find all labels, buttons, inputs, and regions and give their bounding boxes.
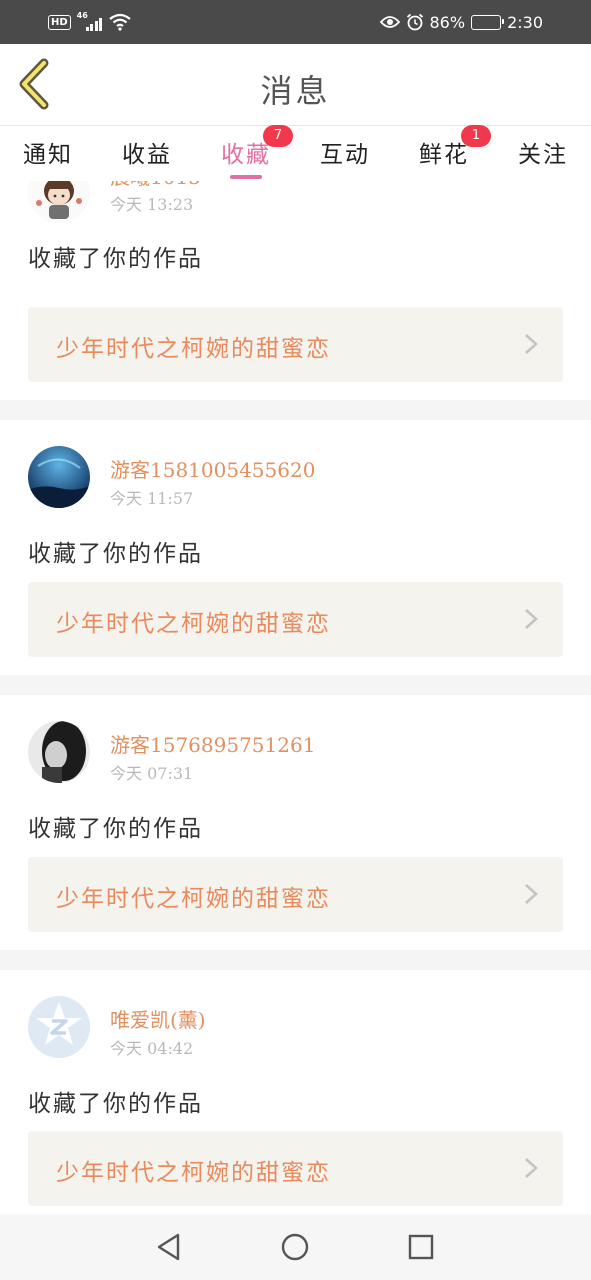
tab-label: 鲜花 [419,142,469,168]
tab-following[interactable]: 关注 [503,135,583,169]
avatar[interactable] [28,721,90,783]
username[interactable]: 晨曦1015 [110,181,201,190]
action-text: 收藏了你的作品 [28,816,203,842]
home-circle-icon[interactable] [279,1231,311,1263]
avatar[interactable] [28,996,90,1058]
action-text: 收藏了你的作品 [28,541,203,567]
tab-favorites[interactable]: 收藏 7 [206,125,293,179]
work-title: 少年时代之柯婉的甜蜜恋 [56,1160,331,1186]
work-title: 少年时代之柯婉的甜蜜恋 [56,886,331,912]
tab-flowers[interactable]: 鲜花 1 [404,125,491,169]
active-tab-indicator [230,175,262,179]
tab-label: 收藏 [221,142,271,168]
avatar[interactable] [28,446,90,508]
list-item[interactable]: 游客1576895751261 今天 07:31 收藏了你的作品 少年时代之柯婉… [0,695,591,950]
tab-bar: 通知 收益 收藏 7 互动 鲜花 1 关注 [0,125,591,181]
list-item[interactable]: 晨曦1015 今天 13:23 收藏了你的作品 少年时代之柯婉的甜蜜恋 [0,181,591,416]
clock: 2:30 [507,12,543,32]
tab-interactions[interactable]: 互动 [305,135,385,169]
work-title: 少年时代之柯婉的甜蜜恋 [56,611,331,637]
chevron-right-icon [525,1158,538,1178]
chevron-right-icon [525,884,538,904]
tab-label: 收益 [122,142,172,168]
battery-percent: 86% [429,12,466,32]
action-text: 收藏了你的作品 [28,1091,203,1117]
username[interactable]: 唯爱凯(薰) [110,1004,206,1033]
night-sky-avatar-icon [28,446,90,508]
eye-icon [379,16,400,28]
tab-notifications[interactable]: 通知 [8,135,88,169]
tab-label: 通知 [23,142,73,168]
avatar[interactable] [28,181,90,223]
timestamp: 今天 04:42 [110,1039,194,1058]
tab-label: 互动 [320,142,370,168]
hd-indicator: HD [48,14,71,30]
list-item[interactable]: 游客1581005455620 今天 11:57 收藏了你的作品 少年时代之柯婉… [0,420,591,675]
page-title: 消息 [260,72,331,110]
username[interactable]: 游客1576895751261 [110,729,315,758]
recents-square-icon[interactable] [405,1231,437,1263]
status-bar: HD 46 86% 2:30 [0,0,591,44]
work-link[interactable]: 少年时代之柯婉的甜蜜恋 [28,1131,563,1206]
divider [0,950,591,970]
tab-earnings[interactable]: 收益 [107,135,187,169]
work-link[interactable]: 少年时代之柯婉的甜蜜恋 [28,582,563,657]
favorites-badge: 7 [263,125,293,147]
work-link[interactable]: 少年时代之柯婉的甜蜜恋 [28,857,563,932]
portrait-avatar-icon [28,721,90,783]
system-nav-bar [0,1214,591,1280]
divider [0,675,591,695]
divider [0,400,591,420]
wifi-icon [108,13,131,31]
notification-list[interactable]: 晨曦1015 今天 13:23 收藏了你的作品 少年时代之柯婉的甜蜜恋 游客15… [0,181,591,1214]
signal-icon: 46 [77,11,103,31]
timestamp: 今天 11:57 [110,489,194,508]
alarm-icon [406,13,423,31]
username[interactable]: 游客1581005455620 [110,454,315,483]
default-z-avatar-icon [28,996,90,1058]
work-link[interactable]: 少年时代之柯婉的甜蜜恋 [28,307,563,382]
chevron-right-icon [525,609,538,629]
back-triangle-icon[interactable] [153,1231,185,1263]
tab-label: 关注 [518,142,568,168]
list-item[interactable]: 唯爱凯(薰) 今天 04:42 收藏了你的作品 少年时代之柯婉的甜蜜恋 [0,970,591,1214]
action-text: 收藏了你的作品 [28,246,203,272]
timestamp: 今天 07:31 [110,764,194,783]
chevron-right-icon [525,334,538,354]
work-title: 少年时代之柯婉的甜蜜恋 [56,336,331,362]
cartoon-avatar-icon [28,181,90,223]
battery-icon [471,14,505,30]
page-header: 消息 [0,44,591,126]
timestamp: 今天 13:23 [110,195,194,214]
flowers-badge: 1 [461,125,491,147]
